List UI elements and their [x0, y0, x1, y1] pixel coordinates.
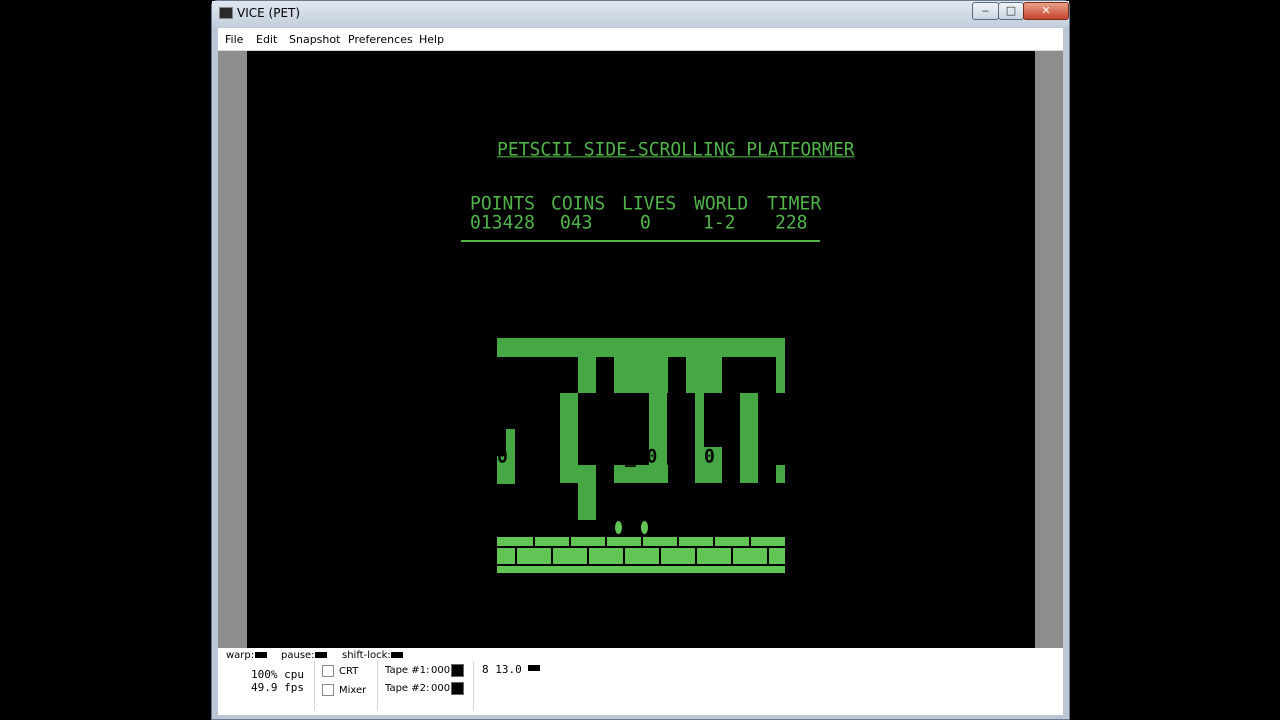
pillar-base: [614, 465, 668, 483]
tape1-motor-indicator[interactable]: [451, 664, 464, 677]
mixer-checkbox[interactable]: [322, 684, 334, 696]
drive-status: 8 13.0: [482, 663, 522, 676]
shift-lock-indicator[interactable]: [391, 652, 403, 658]
menu-preferences[interactable]: Preferences: [348, 33, 413, 46]
brick-joint: [677, 537, 679, 546]
brick-joint: [641, 537, 643, 546]
pause-label: pause:: [281, 650, 315, 661]
brick-joint: [569, 537, 571, 546]
vice-window: VICE (PET) ‒ □ ✕ File Edit Snapshot Pref…: [211, 0, 1070, 720]
tape2-motor-indicator[interactable]: [451, 682, 464, 695]
tape1-counter: 000: [431, 665, 451, 676]
title-bar[interactable]: VICE (PET) ‒ □ ✕: [212, 1, 1069, 27]
menu-help[interactable]: Help: [419, 33, 444, 46]
level-mark: 0_00: [614, 445, 658, 468]
brick-joint: [713, 537, 715, 546]
hud-divider: [461, 240, 820, 242]
brick-joint: [551, 548, 553, 564]
brick-joint: [515, 548, 517, 564]
tape1-label: Tape #1:: [385, 665, 430, 676]
hud-value-coins: 043: [560, 211, 593, 234]
crt-label: CRT: [339, 666, 359, 677]
mixer-label: Mixer: [339, 685, 367, 696]
hud-value-world: 1-2: [703, 211, 736, 234]
status-separator: [377, 661, 378, 711]
menu-edit[interactable]: Edit: [256, 33, 277, 46]
fps-readout: 49.9 fps: [251, 681, 304, 694]
brick-joint: [767, 548, 769, 564]
coin: [615, 521, 622, 534]
warp-label: warp:: [226, 650, 255, 661]
shift-lock-label: shift-lock:: [342, 650, 391, 661]
maximize-button[interactable]: □: [998, 2, 1024, 20]
menu-bar: File Edit Snapshot Preferences Help: [218, 28, 1063, 51]
brick-joint: [605, 537, 607, 546]
menu-snapshot[interactable]: Snapshot: [289, 33, 340, 46]
brick-joint: [731, 548, 733, 564]
warp-indicator[interactable]: [255, 652, 267, 658]
tape2-label: Tape #2:: [385, 683, 430, 694]
level-mark: 0: [704, 445, 715, 468]
brick-joint: [695, 548, 697, 564]
drive-led[interactable]: [528, 665, 540, 671]
tape2-counter: 000: [431, 683, 451, 694]
brick-joint: [623, 548, 625, 564]
hud-value-timer: 228: [775, 211, 808, 234]
emulator-screen-area: PETSCII SIDE-SCROLLING PLATFORMER POINTS…: [218, 51, 1063, 648]
ceiling-stalactite: [776, 357, 785, 393]
vice-app-icon: [219, 7, 233, 19]
hud-value-lives: 0: [640, 211, 651, 234]
close-button[interactable]: ✕: [1023, 2, 1069, 20]
status-separator: [473, 661, 474, 711]
brick-joint: [533, 537, 535, 546]
status-bar: warp: pause: shift-lock: 100% cpu 49.9 f…: [218, 648, 1063, 715]
ceiling-stalactite: [686, 357, 722, 393]
pet-crt-display[interactable]: PETSCII SIDE-SCROLLING PLATFORMER POINTS…: [247, 51, 1035, 648]
game-title: PETSCII SIDE-SCROLLING PLATFORMER: [497, 138, 855, 161]
menu-file[interactable]: File: [225, 33, 243, 46]
ceiling-stalactite: [578, 357, 596, 393]
crt-checkbox[interactable]: [322, 665, 334, 677]
pause-indicator[interactable]: [315, 652, 327, 658]
brick-joint: [749, 537, 751, 546]
pillar-block: [740, 393, 758, 483]
brick-joint: [659, 548, 661, 564]
hud-value-points: 013428: [470, 211, 536, 234]
status-separator: [314, 661, 315, 711]
coin: [641, 521, 648, 534]
cpu-usage: 100% cpu: [251, 668, 304, 681]
ceiling-block: [497, 338, 785, 357]
brick-row: [497, 566, 785, 573]
pillar-block: [578, 465, 596, 520]
brick-joint: [587, 548, 589, 564]
pillar-block: [560, 393, 578, 483]
brick-row: [497, 548, 785, 564]
window-title: VICE (PET): [237, 6, 301, 20]
level-mark: 0: [497, 445, 508, 468]
wall-block: [776, 465, 785, 483]
ceiling-stalactite: [614, 357, 668, 393]
minimize-button[interactable]: ‒: [972, 2, 999, 20]
